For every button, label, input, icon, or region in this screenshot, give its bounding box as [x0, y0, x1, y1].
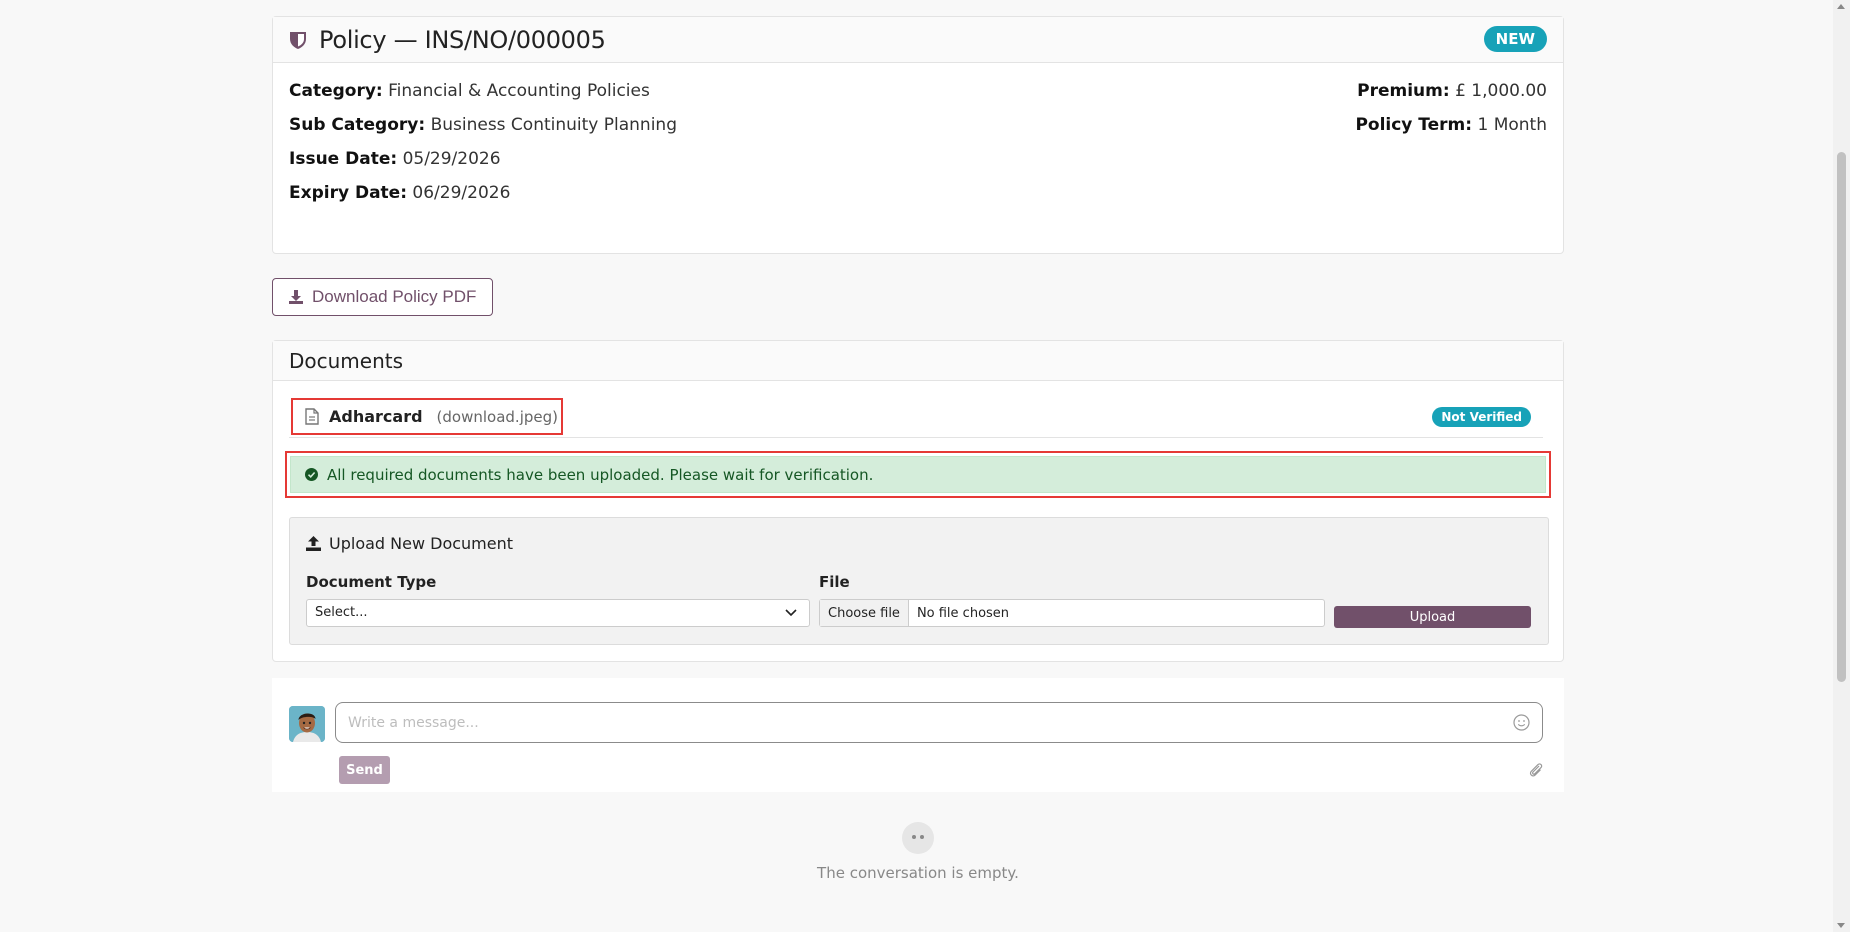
upload-button[interactable]: Upload — [1334, 606, 1531, 628]
issue-date-value: 05/29/2026 — [402, 149, 501, 169]
issue-date-row: Issue Date: 05/29/2026 — [289, 149, 501, 169]
policy-term-label: Policy Term: — [1355, 115, 1473, 135]
smiley-icon[interactable] — [1513, 714, 1530, 731]
page-title: Policy — INS/NO/000005 — [319, 25, 606, 54]
premium-label: Premium: — [1357, 81, 1450, 101]
paperclip-icon[interactable] — [1528, 761, 1544, 779]
document-type-label: Document Type — [306, 573, 437, 591]
documents-card: Documents Adharcard (download.jpeg) Not … — [272, 340, 1564, 662]
message-placeholder: Write a message... — [348, 714, 479, 731]
send-button[interactable]: Send — [339, 756, 390, 784]
scroll-down-icon[interactable] — [1837, 923, 1845, 928]
document-name: Adharcard — [329, 407, 423, 426]
subcategory-row: Sub Category: Business Continuity Planni… — [289, 115, 677, 135]
upload-title: Upload New Document — [306, 534, 513, 553]
document-type-select[interactable]: Select... — [306, 599, 810, 627]
shield-icon — [290, 31, 306, 49]
upload-title-text: Upload New Document — [329, 534, 514, 553]
download-icon — [289, 290, 303, 304]
no-file-text: No file chosen — [916, 605, 1010, 621]
scrollbar[interactable] — [1833, 0, 1850, 932]
success-alert: All required documents have been uploade… — [290, 456, 1546, 493]
avatar — [289, 706, 325, 742]
upload-section: Upload New Document Document Type File S… — [289, 517, 1549, 645]
scroll-up-icon[interactable] — [1837, 4, 1845, 9]
premium-value: £ 1,000.00 — [1455, 81, 1547, 101]
document-type-value: Select... — [315, 605, 368, 620]
download-policy-pdf-button[interactable]: Download Policy PDF — [272, 278, 493, 316]
file-input[interactable]: Choose file No file chosen — [819, 599, 1325, 627]
policy-term-row: Policy Term: 1 Month — [1355, 115, 1547, 135]
verification-badge: Not Verified — [1432, 407, 1531, 427]
category-label: Category: — [289, 81, 383, 101]
subcategory-label: Sub Category: — [289, 115, 426, 135]
expiry-date-value: 06/29/2026 — [412, 183, 511, 203]
alert-message: All required documents have been uploade… — [327, 465, 874, 484]
category-row: Category: Financial & Accounting Policie… — [289, 81, 650, 101]
scrollbar-thumb[interactable] — [1837, 152, 1846, 682]
policy-card: Policy — INS/NO/000005 NEW Category: Fin… — [272, 16, 1564, 254]
policy-term-value: 1 Month — [1477, 115, 1547, 135]
divider — [289, 437, 1543, 438]
empty-face-icon — [902, 822, 934, 854]
issue-date-label: Issue Date: — [289, 149, 398, 169]
category-value: Financial & Accounting Policies — [388, 81, 650, 101]
message-input[interactable]: Write a message... — [335, 702, 1543, 743]
choose-file-button[interactable]: Choose file — [820, 600, 909, 626]
upload-icon — [306, 536, 321, 551]
expiry-date-row: Expiry Date: 06/29/2026 — [289, 183, 510, 203]
empty-conversation-text: The conversation is empty. — [817, 864, 1019, 882]
chatter-composer: Write a message... Send — [272, 678, 1564, 792]
expiry-date-label: Expiry Date: — [289, 183, 407, 203]
documents-title: Documents — [273, 341, 1563, 381]
document-item[interactable]: Adharcard (download.jpeg) — [291, 398, 563, 435]
file-label: File — [819, 573, 850, 591]
document-filename: (download.jpeg) — [436, 407, 558, 426]
empty-conversation: The conversation is empty. — [272, 822, 1564, 882]
chevron-down-icon — [785, 609, 797, 617]
subcategory-value: Business Continuity Planning — [430, 115, 677, 135]
policy-header: Policy — INS/NO/000005 NEW — [273, 17, 1563, 63]
check-circle-icon — [305, 468, 318, 481]
alert-highlight: All required documents have been uploade… — [285, 451, 1551, 498]
download-policy-pdf-label: Download Policy PDF — [312, 287, 477, 306]
premium-row: Premium: £ 1,000.00 — [1357, 81, 1547, 101]
file-icon — [305, 408, 319, 425]
status-badge: NEW — [1483, 26, 1547, 52]
